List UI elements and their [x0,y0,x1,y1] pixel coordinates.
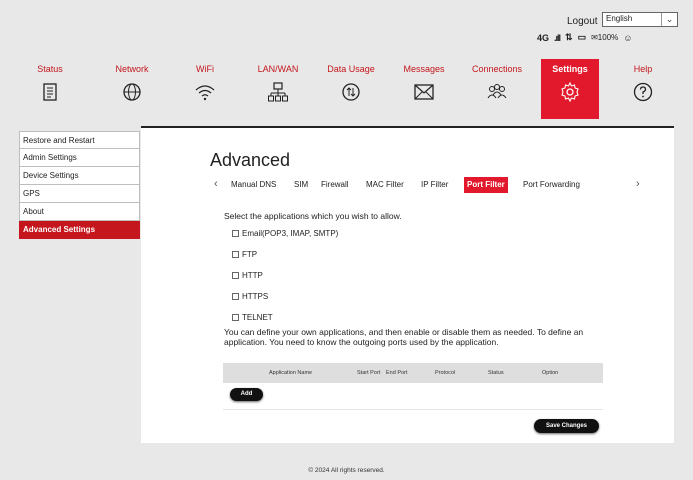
app-checkbox-email[interactable]: Email(POP3, IMAP, SMTP) [232,229,338,238]
status-icons: 4G .ıll ⇅ ▭ ✉100% ☺ [537,32,632,43]
users-icon [487,84,507,99]
app-checkbox-label: HTTPS [242,292,269,301]
chevron-down-icon[interactable]: ⌄ [661,13,677,26]
signal-strength-icon: .ıll [554,32,561,43]
battery-icon: ✉100% [591,33,619,42]
nav-messages-label: Messages [403,64,445,74]
app-checkbox-label: TELNET [242,313,273,322]
globe-icon [123,83,141,101]
app-checkbox-https[interactable]: HTTPS [232,292,268,301]
nav-status[interactable]: Status [21,59,79,119]
column-header-option: Option [542,370,559,376]
wifi-icon [195,85,215,101]
nav-settings[interactable]: Settings [541,59,599,119]
nav-settings-label: Settings [552,64,588,74]
user-icon: ☺ [623,32,633,43]
tab-firewall[interactable]: Firewall [321,177,349,193]
tab-sim[interactable]: SIM [294,177,308,193]
sidebar-item-about[interactable]: About [19,203,140,221]
checkbox-box[interactable] [232,293,239,300]
nav-status-label: Status [37,64,63,74]
nav-data-usage[interactable]: Data Usage [322,59,380,119]
nav-help[interactable]: Help [614,59,672,119]
column-header-protocol: Protocol [435,370,456,376]
nav-wifi-label: WiFi [196,64,214,74]
data-usage-icon [342,83,360,101]
tab-port-forwarding[interactable]: Port Forwarding [523,177,580,193]
custom-apps-description: You can define your own applications, an… [224,327,584,347]
language-select-value: English [606,14,633,23]
main-panel: Advanced ‹ Manual DNS SIM Firewall MAC F… [141,126,674,443]
nav-wifi[interactable]: WiFi [176,59,234,119]
main-nav: Status Network WiFi LAN/WAN Data Usage M… [19,59,674,119]
checkbox-box[interactable] [232,230,239,237]
divider [223,409,603,410]
data-transfer-icon: ⇅ [565,32,573,42]
tab-port-filter[interactable]: Port Filter [464,177,508,193]
page-title: Advanced [210,150,291,170]
sidebar-item-advanced-settings[interactable]: Advanced Settings [19,221,140,239]
apps-intro-text: Select the applications which you wish t… [224,211,402,221]
nav-data-usage-label: Data Usage [327,64,375,74]
tab-mac-filter[interactable]: MAC Filter [366,177,404,193]
nav-connections[interactable]: Connections [468,59,526,119]
app-checkbox-http[interactable]: HTTP [232,271,263,280]
footer-copyright: © 2024 All rights reserved. [308,467,385,474]
top-bar: Logout English ⌄ 4G .ıll ⇅ ▭ ✉100% ☺ [0,0,693,50]
app-checkbox-telnet[interactable]: TELNET [232,313,273,322]
sidebar-item-admin-settings[interactable]: Admin Settings [19,149,140,167]
nav-network-label: Network [115,64,149,74]
column-header-end-port: End Port [386,370,408,376]
sidebar-item-gps[interactable]: GPS [19,185,140,203]
gear-icon [561,81,579,103]
help-icon [633,82,653,102]
nav-messages[interactable]: Messages [395,59,453,119]
battery-level: 100% [597,33,619,42]
tabs-prev-arrow-icon[interactable]: ‹ [214,178,218,190]
app-checkbox-label: Email(POP3, IMAP, SMTP) [242,229,339,238]
checkbox-box[interactable] [232,272,239,279]
nav-connections-label: Connections [471,64,523,74]
sidebar-item-restore-restart[interactable]: Restore and Restart [19,131,140,149]
envelope-icon [414,84,434,100]
nav-lan-wan-label: LAN/WAN [257,64,299,74]
add-application-button[interactable]: Add [230,388,263,401]
tab-manual-dns[interactable]: Manual DNS [231,177,276,193]
checkbox-box[interactable] [232,251,239,258]
app-checkbox-ftp[interactable]: FTP [232,250,257,259]
nav-help-label: Help [633,64,653,74]
nav-network[interactable]: Network [103,59,161,119]
language-select[interactable]: English ⌄ [602,12,678,27]
lan-icon [268,82,288,102]
logout-link[interactable]: Logout [567,16,598,27]
sidebar-item-device-settings[interactable]: Device Settings [19,167,140,185]
checkbox-box[interactable] [232,314,239,321]
network-type-icon: 4G [537,32,550,43]
app-checkbox-label: HTTP [242,271,263,280]
column-header-application-name: Application Name [269,370,313,376]
save-changes-button[interactable]: Save Changes [534,419,599,433]
connected-devices-icon: ▭ [577,32,587,42]
applications-table-header: Application Name Start Port End Port Pro… [223,363,603,383]
tab-ip-filter[interactable]: IP Filter [421,177,448,193]
settings-sidebar: Restore and Restart Admin Settings Devic… [19,131,140,239]
status-icon [43,83,57,101]
tabs-next-arrow-icon[interactable]: › [636,178,640,190]
column-header-status: Status [488,370,504,376]
app-checkbox-label: FTP [242,250,258,259]
column-header-start-port: Start Port [357,370,381,376]
nav-lan-wan[interactable]: LAN/WAN [249,59,307,119]
